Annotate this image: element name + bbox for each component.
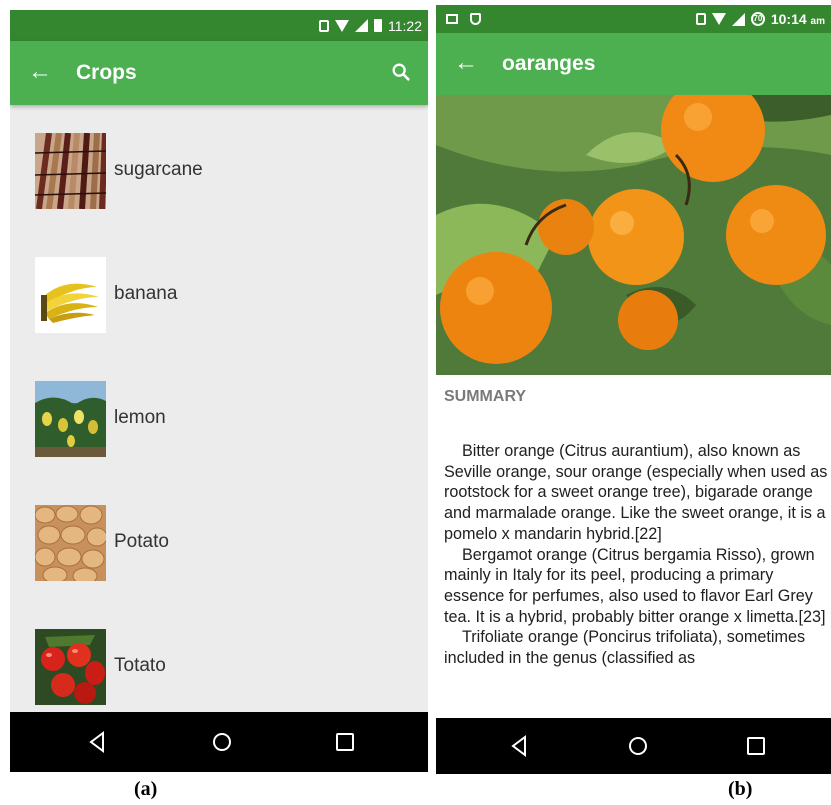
crop-label: sugarcane — [114, 159, 203, 180]
crop-label: Potato — [114, 531, 169, 552]
status-bar: 70 10:14 am — [436, 5, 831, 33]
status-ampm: am — [810, 16, 825, 27]
cell-signal-icon — [355, 19, 368, 32]
arrow-left-icon[interactable]: ← — [454, 51, 478, 75]
summary-paragraph: Bergamot orange (Citrus bergamia Risso),… — [444, 545, 826, 626]
back-triangle-icon[interactable] — [88, 731, 106, 753]
vibrate-icon — [319, 19, 329, 32]
caption-b: (b) — [728, 778, 753, 800]
list-item[interactable]: Totato — [10, 601, 428, 725]
list-item[interactable]: banana — [10, 229, 428, 353]
summary-heading: SUMMARY — [444, 388, 527, 405]
navigation-bar — [436, 718, 831, 774]
search-icon[interactable] — [390, 61, 412, 83]
crop-label: banana — [114, 283, 178, 304]
wifi-icon — [335, 19, 349, 32]
orange-detail-screen: 70 10:14 am ← oaranges SUMMARY Bitter or… — [436, 5, 831, 774]
wifi-icon — [711, 13, 726, 25]
crops-screen: 11:22 ← Crops sugarcane banana lemon Pot… — [10, 10, 428, 772]
vibrate-icon — [695, 13, 706, 25]
status-bar: 11:22 — [10, 10, 428, 41]
crop-label: Totato — [114, 655, 166, 676]
image-notification-icon — [446, 14, 458, 24]
home-circle-icon[interactable] — [627, 735, 649, 757]
summary-paragraph: Bitter orange (Citrus aurantium), also k… — [444, 442, 828, 543]
app-bar: ← oaranges — [436, 33, 831, 95]
caption-a: (a) — [134, 778, 158, 800]
tomato-photo — [35, 629, 106, 705]
recents-square-icon[interactable] — [335, 732, 355, 752]
crop-list: sugarcane banana lemon Potato Totato — [10, 105, 428, 725]
recents-square-icon[interactable] — [746, 736, 766, 756]
data-saver-icon: 70 — [750, 12, 765, 26]
list-item[interactable]: lemon — [10, 353, 428, 477]
arrow-left-icon[interactable]: ← — [28, 60, 52, 84]
page-title: Crops — [76, 61, 137, 84]
summary-paragraph: Trifoliate orange (Poncirus trifoliata),… — [444, 628, 806, 668]
summary-text: Bitter orange (Citrus aurantium), also k… — [444, 441, 828, 669]
status-time: 11:22 — [388, 17, 422, 34]
status-time: 10:14 am — [770, 11, 825, 27]
lemon-photo — [35, 381, 106, 457]
battery-icon — [374, 19, 382, 32]
banana-photo — [35, 257, 106, 333]
sugarcane-photo — [35, 133, 106, 209]
orange-tree-photo — [436, 95, 831, 375]
back-triangle-icon[interactable] — [510, 735, 528, 757]
page-title: oaranges — [502, 52, 596, 75]
potato-photo — [35, 505, 106, 581]
navigation-bar — [10, 712, 428, 772]
app-bar: ← Crops — [10, 41, 428, 105]
cell-signal-icon — [731, 12, 745, 26]
home-circle-icon[interactable] — [211, 731, 233, 753]
crop-label: lemon — [114, 407, 166, 428]
list-item[interactable]: sugarcane — [10, 105, 428, 229]
list-item[interactable]: Potato — [10, 477, 428, 601]
shield-notification-icon — [470, 13, 481, 25]
